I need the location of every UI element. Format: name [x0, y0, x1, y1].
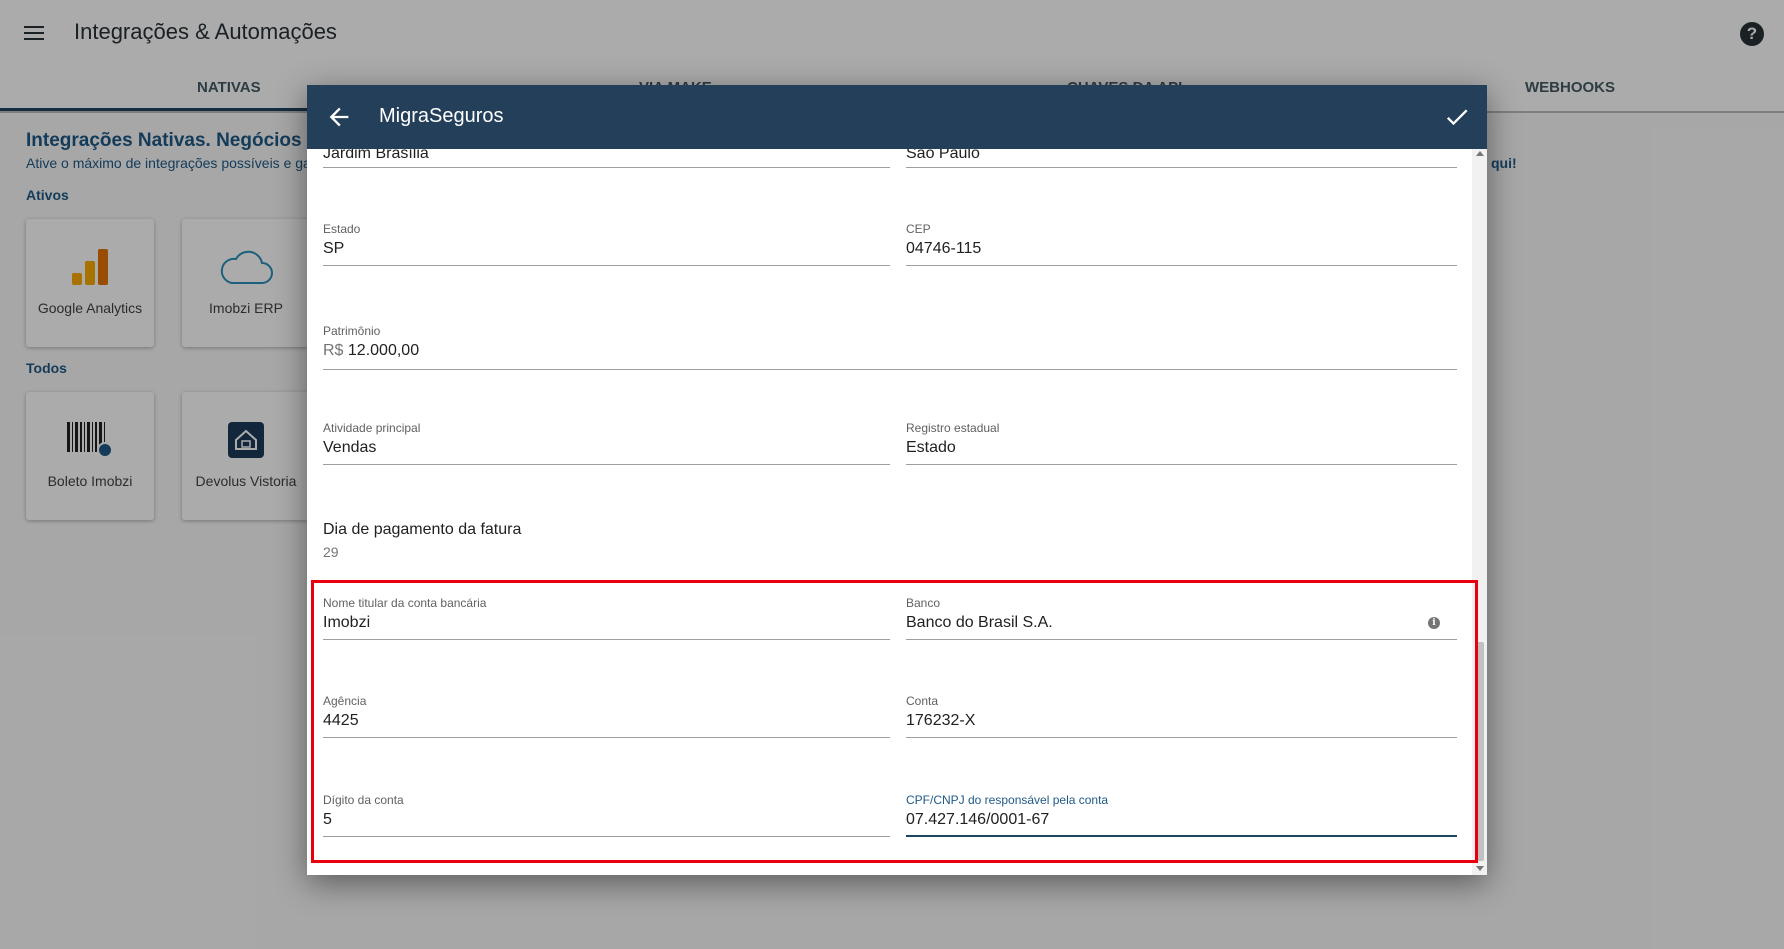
field-underline: [906, 265, 1457, 266]
field-underline: [906, 835, 1457, 837]
conta-value: 176232-X: [906, 712, 976, 729]
banco-field[interactable]: Banco Banco do Brasil S.A. i: [906, 596, 1457, 646]
field-underline: [906, 737, 1457, 738]
patrimonio-label: Patrimônio: [323, 324, 381, 338]
estado-label: Estado: [323, 222, 361, 236]
atividade-value: Vendas: [323, 439, 377, 456]
registro-estadual-field[interactable]: Registro estadual Estado: [906, 421, 1457, 471]
field-underline: [906, 464, 1457, 465]
info-icon[interactable]: i: [1428, 617, 1440, 629]
banco-value: Banco do Brasil S.A.: [906, 614, 1053, 631]
back-arrow-icon[interactable]: [325, 103, 353, 131]
scroll-up-arrow-icon[interactable]: [1476, 151, 1484, 156]
dialog-title: MigraSeguros: [379, 105, 504, 127]
field-underline: [323, 369, 1457, 370]
cpf-cnpj-value: 07.427.146/0001-67: [906, 811, 1050, 828]
scroll-down-arrow-icon[interactable]: [1476, 866, 1484, 871]
titular-label: Nome titular da conta bancária: [323, 596, 487, 610]
cpf-cnpj-label: CPF/CNPJ do responsável pela conta: [906, 793, 1109, 807]
field-underline: [323, 737, 890, 738]
patrimonio-value: R$ 12.000,00: [323, 342, 419, 360]
bairro-value: Jardim Brasília: [323, 149, 429, 162]
atividade-principal-field[interactable]: Atividade principal Vendas: [323, 421, 890, 471]
dialog-scrollbar[interactable]: [1472, 149, 1487, 875]
cep-value: 04746-115: [906, 240, 982, 257]
patrimonio-amount: 12.000,00: [347, 342, 420, 359]
conta-label: Conta: [906, 694, 939, 708]
cidade-value: São Paulo: [906, 149, 980, 162]
estado-field[interactable]: Estado SP: [323, 222, 890, 272]
field-underline: [906, 639, 1457, 640]
dia-pagamento-label: Dia de pagamento da fatura: [323, 521, 522, 538]
dialog-header: MigraSeguros: [307, 85, 1487, 149]
digito-label: Dígito da conta: [323, 793, 404, 807]
field-underline: [323, 639, 890, 640]
field-underline: [323, 265, 890, 266]
field-underline: [323, 167, 890, 168]
field-underline: [323, 464, 890, 465]
cep-label: CEP: [906, 222, 931, 236]
cep-field[interactable]: CEP 04746-115: [906, 222, 1457, 272]
cidade-field[interactable]: São Paulo: [906, 149, 1457, 183]
patrimonio-field[interactable]: Patrimônio R$ 12.000,00: [323, 324, 1457, 376]
integration-dialog: MigraSeguros Jardim Brasília São Paulo E…: [307, 85, 1487, 875]
digito-value: 5: [323, 811, 332, 828]
field-underline: [323, 836, 890, 837]
banco-label: Banco: [906, 596, 941, 610]
dia-pagamento-value: 29: [323, 544, 339, 560]
field-underline: [906, 167, 1457, 168]
agencia-field[interactable]: Agência 4425: [323, 694, 890, 744]
registro-label: Registro estadual: [906, 421, 1000, 435]
titular-conta-field[interactable]: Nome titular da conta bancária Imobzi: [323, 596, 890, 646]
atividade-label: Atividade principal: [323, 421, 421, 435]
check-icon[interactable]: [1443, 103, 1471, 131]
digito-conta-field[interactable]: Dígito da conta 5: [323, 793, 890, 843]
scrollbar-thumb[interactable]: [1475, 642, 1484, 861]
titular-value: Imobzi: [323, 614, 371, 631]
agencia-value: 4425: [323, 712, 359, 729]
estado-value: SP: [323, 240, 345, 257]
cpf-cnpj-field[interactable]: CPF/CNPJ do responsável pela conta 07.42…: [906, 793, 1457, 843]
bairro-field[interactable]: Jardim Brasília: [323, 149, 890, 183]
currency-prefix: R$: [323, 342, 344, 359]
agencia-label: Agência: [323, 694, 367, 708]
registro-value: Estado: [906, 439, 956, 456]
conta-field[interactable]: Conta 176232-X: [906, 694, 1457, 744]
dialog-form: Jardim Brasília São Paulo Estado SP CEP …: [307, 149, 1487, 875]
